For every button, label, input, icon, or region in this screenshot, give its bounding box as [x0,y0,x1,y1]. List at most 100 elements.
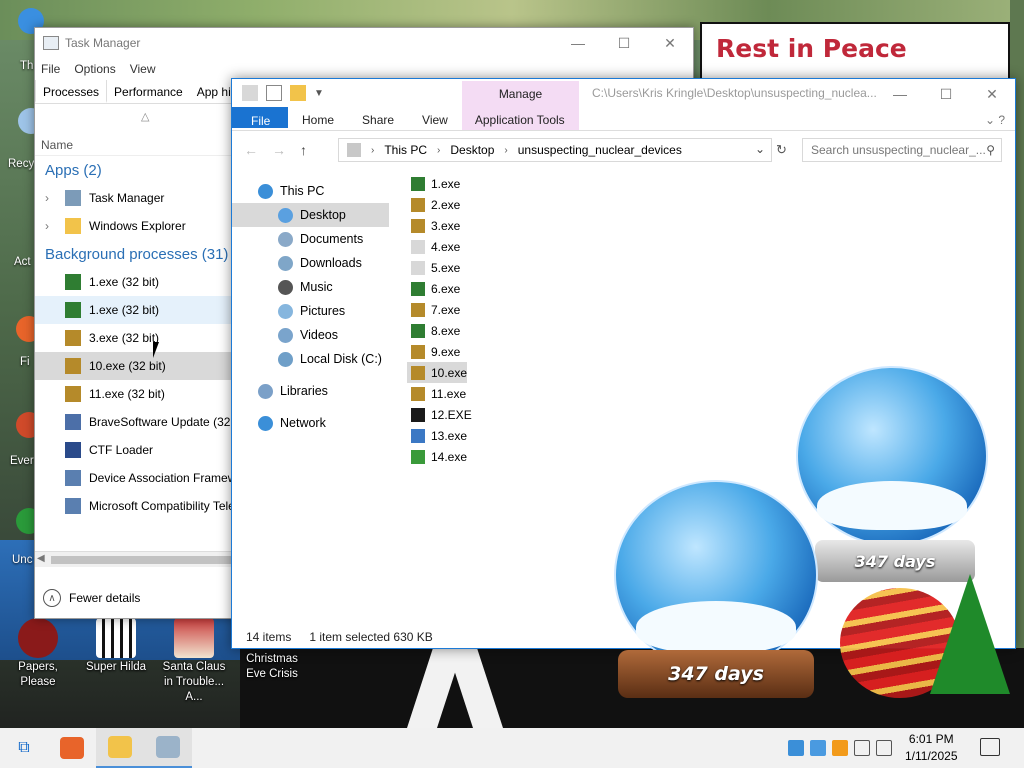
chevron-right-icon[interactable]: › [504,145,507,156]
up-arrow-icon[interactable]: ↑ [300,142,318,158]
file-name: 11.exe [431,386,467,401]
taskbar-app-button[interactable] [96,728,144,768]
volume-muted-icon[interactable] [876,740,892,756]
close-button[interactable]: ✕ [647,28,693,58]
nav-item[interactable]: Pictures [232,299,389,323]
network-icon[interactable] [854,740,870,756]
notification-icon[interactable] [980,738,1000,756]
maximize-button[interactable]: ☐ [601,28,647,58]
file-item[interactable]: 6.exe [407,278,465,299]
system-clock[interactable]: 6:01 PM 1/11/2025 [905,731,958,765]
scrollbar-thumb[interactable] [51,556,231,564]
ribbon-tab-application-tools[interactable]: Application Tools [461,107,579,130]
desktop-edge-label[interactable]: Act [14,256,31,268]
process-name: 3.exe (32 bit) [89,331,160,345]
desktop-edge-label[interactable]: Th [20,60,33,72]
nav-item-label: Network [280,416,326,430]
ribbon-tab-share[interactable]: Share [348,107,408,130]
process-name: 11.exe (32 bit) [89,387,165,401]
ribbon-tab-view[interactable]: View [408,107,462,130]
service-icon [65,470,81,486]
ribbon-tab-file[interactable]: File [232,107,288,128]
desktop-icon-papers-please[interactable]: Papers, Please [2,618,74,690]
address-bar[interactable]: › This PC › Desktop › unsuspecting_nucle… [338,138,772,162]
forward-arrow-icon[interactable]: → [272,142,290,158]
nav-item[interactable]: This PC [232,179,389,203]
explorer-app-icon [242,85,258,101]
tray-app-icon[interactable] [810,740,826,756]
file-item[interactable]: 11.exe [407,383,467,404]
minimize-button[interactable]: — [877,79,923,109]
chevron-right-icon[interactable]: › [371,145,374,156]
process-name: Task Manager [89,191,165,205]
taskbar-app-button[interactable] [48,728,96,768]
taskbar-app-button[interactable] [144,728,192,768]
refresh-icon[interactable]: ↻ [776,142,787,158]
file-item[interactable]: 12.EXE [407,404,472,425]
properties-icon[interactable] [266,85,282,101]
address-dropdown-icon[interactable]: ⌄ [755,142,765,156]
back-arrow-icon[interactable]: ← [244,142,262,158]
scroll-left-icon[interactable]: ◀ [37,553,45,564]
tab-performance[interactable]: Performance [107,80,190,103]
tray-app-icon[interactable] [788,740,804,756]
nav-item[interactable]: Music [232,275,389,299]
file-item[interactable]: 1.exe [407,173,465,194]
file-item[interactable]: 13.exe [407,425,467,446]
nav-item[interactable]: Downloads [232,251,389,275]
desktop-icon-santa-claus[interactable]: Santa Claus in Trouble... A... [158,618,230,705]
quick-access-dropdown-icon[interactable]: ▼ [314,88,324,99]
desktop-edge-label[interactable]: Recy [8,158,34,170]
desktop-icon-christmas-eve-crisis[interactable]: Christmas Eve Crisis [236,652,308,682]
nav-item[interactable]: Documents [232,227,389,251]
nav-item[interactable]: Local Disk (C:) [232,347,389,371]
menu-file[interactable]: File [41,62,60,76]
nav-item[interactable]: Videos [232,323,389,347]
breadcrumb-this-pc[interactable]: This PC [384,143,427,157]
horizontal-scrollbar[interactable]: ◀ [35,551,235,567]
chevron-right-icon[interactable]: › [437,145,440,156]
file-item[interactable]: 14.exe [407,446,467,467]
file-item[interactable]: 10.exe [407,362,467,383]
tray-app-icon[interactable] [832,740,848,756]
minimize-button[interactable]: — [555,28,601,58]
chevron-right-icon[interactable]: › [45,191,63,205]
file-item[interactable]: 7.exe [407,299,465,320]
file-item[interactable]: 4.exe [407,236,465,257]
libraries-icon [258,383,273,399]
close-button[interactable]: ✕ [969,79,1015,109]
maximize-button[interactable]: ☐ [923,79,969,109]
chevron-right-icon[interactable]: › [45,219,63,233]
window-controls[interactable]: — ☐ ✕ [555,28,693,58]
sort-up-icon[interactable]: △ [141,110,149,123]
start-button[interactable]: ⧉ [0,728,48,768]
manage-tab[interactable]: Manage [462,81,579,107]
file-item[interactable]: 9.exe [407,341,465,362]
search-input[interactable]: Search unsuspecting_nuclear_... ⚲ [802,138,1002,162]
nav-item[interactable]: Libraries [232,379,389,403]
menu-view[interactable]: View [130,62,156,76]
file-item[interactable]: 2.exe [407,194,465,215]
breadcrumb-folder[interactable]: unsuspecting_nuclear_devices [518,143,682,157]
file-item[interactable]: 3.exe [407,215,465,236]
desktop-icon-super-hilda[interactable]: Super Hilda [80,618,152,675]
expand-ribbon-icon[interactable]: ⌄ ? [975,107,1015,130]
nav-item[interactable]: Desktop [232,203,389,227]
desktop-edge-label[interactable]: Fi [20,356,30,368]
green-tree-icon [411,281,425,296]
chevron-up-icon: ∧ [43,589,61,607]
new-folder-icon[interactable] [290,85,306,101]
file-name: 9.exe [431,344,461,359]
tab-processes[interactable]: Processes [35,80,108,103]
downloads-icon [278,255,293,271]
desktop-edge-label[interactable]: Ever [10,455,34,467]
file-item[interactable]: 8.exe [407,320,465,341]
file-name: 5.exe [431,260,461,275]
breadcrumb-desktop[interactable]: Desktop [450,143,494,157]
desktop-edge-label[interactable]: Unc [12,554,32,566]
ribbon-tab-home[interactable]: Home [288,107,348,130]
menu-options[interactable]: Options [74,62,115,76]
window-controls[interactable]: — ☐ ✕ [877,79,1015,109]
nav-item[interactable]: Network [232,411,389,435]
file-item[interactable]: 5.exe [407,257,465,278]
